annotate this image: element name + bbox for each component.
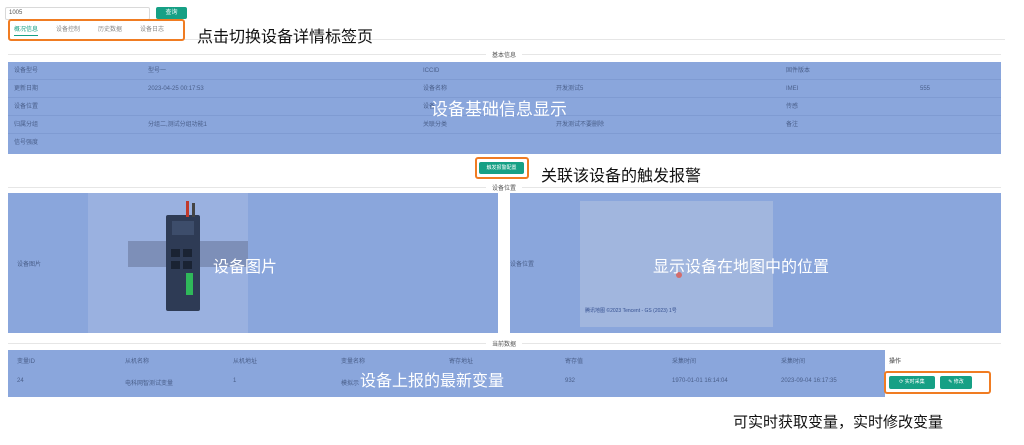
table-cell: 932 [565, 378, 576, 384]
device-detail-page: 1005 查询 概况信息 设备控制 历史数据 设备日志 点击切换设备详情标签页 … [0, 0, 1024, 445]
table-cell: 电科网智测试变量 [125, 381, 174, 387]
callout-variables: 设备上报的最新变量 [360, 371, 505, 390]
table-cell: 1970-01-01 16:14:04 [672, 378, 728, 384]
col-register-value: 寄存值 [565, 359, 584, 365]
ops-highlight-box [884, 371, 991, 394]
info-label: 固件版本 [786, 68, 811, 74]
device-position-label: 设备位置 [510, 262, 535, 268]
col-slave-address: 从机地址 [233, 359, 258, 365]
callout-alarm: 关联该设备的触发报警 [541, 166, 702, 185]
info-value: 分组二,测试分组功能1 [148, 122, 208, 128]
callout-device-image: 设备图片 [213, 257, 278, 276]
device-image-label: 设备图片 [17, 262, 42, 268]
table-cell: 2023-09-04 16:17:35 [781, 378, 837, 384]
col-operations: 操作 [889, 359, 902, 365]
info-label: 设备位置 [14, 104, 39, 110]
col-slave-name: 从机名称 [125, 359, 150, 365]
info-value: 555 [920, 86, 931, 92]
callout-tabs: 点击切换设备详情标签页 [197, 27, 374, 46]
info-row: 设备型号 型号一 ICCID 固件版本 [8, 62, 1001, 80]
col-variable-id: 变量ID [17, 359, 36, 365]
variables-table: 变量ID 从机名称 从机地址 变量名称 寄存地址 寄存值 采集时间 采集时间 2… [8, 350, 1001, 397]
info-label: 信号强度 [14, 140, 39, 146]
map-attribution: 腾讯地图 ©2023 Tencent - GS (2023) 1号 [585, 308, 677, 314]
info-row: 信号强度 [8, 134, 1001, 152]
info-value: 型号一 [148, 68, 167, 74]
info-label: 备注 [786, 122, 799, 128]
info-label: 传感 [786, 104, 799, 110]
info-value: 2023-04-25 00:17:53 [148, 86, 204, 92]
alarm-highlight-box [475, 157, 529, 179]
basic-info-panel: 设备型号 型号一 ICCID 固件版本 更新日期 2023-04-25 00:1… [8, 62, 1001, 154]
device-map-panel: 设备位置 腾讯地图 ©2023 Tencent - GS (2023) 1号 显… [510, 193, 1001, 333]
info-label: 设备型号 [14, 68, 39, 74]
section-title-position: 设备位置 [486, 183, 523, 192]
callout-basic-info: 设备基础信息显示 [431, 100, 567, 120]
col-collect-time: 采集时间 [672, 359, 697, 365]
col-register-address: 寄存地址 [449, 359, 474, 365]
table-cell: 24 [17, 378, 24, 384]
callout-ops: 可实时获取变量，实时修改变量 [733, 413, 944, 431]
info-label: 归属分组 [14, 122, 39, 128]
info-label: IMEI [786, 86, 799, 92]
tabs-highlight-box [8, 19, 185, 41]
table-cell: 1 [233, 378, 237, 384]
col-collect-time-2: 采集时间 [781, 359, 806, 365]
device-image-panel: 设备图片 设备图片 [8, 193, 498, 333]
section-title-current-data: 当前数据 [486, 339, 523, 348]
search-button[interactable]: 查询 [156, 7, 187, 19]
section-title-basic-info: 基本信息 [486, 50, 523, 59]
callout-map: 显示设备在地图中的位置 [653, 257, 830, 276]
info-label: ICCID [423, 68, 440, 74]
col-variable-name: 变量名称 [341, 359, 366, 365]
info-label: 更新日期 [14, 86, 39, 92]
table-cell: 模拟示 [341, 381, 360, 387]
